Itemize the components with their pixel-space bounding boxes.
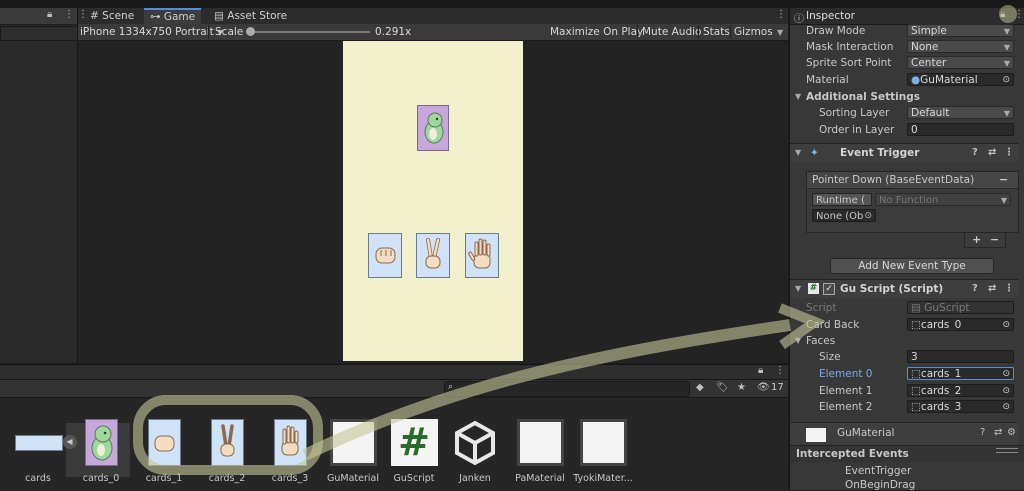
annotation-arrow-line (302, 319, 791, 461)
annotation-circle (133, 395, 323, 475)
annotation-overlay (133, 5, 1017, 475)
annotation-mark (999, 5, 1017, 23)
